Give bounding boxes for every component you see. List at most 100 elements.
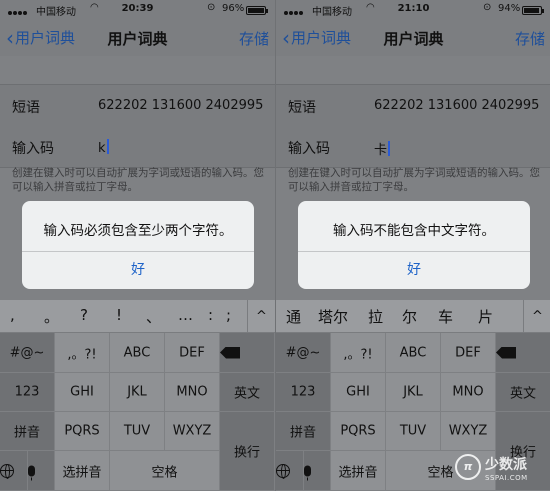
key-pinyin[interactable]: 拼音: [0, 412, 55, 451]
key-label: 选拼音: [338, 465, 378, 480]
key-english[interactable]: 英文: [220, 373, 275, 412]
key-label: DEF: [455, 345, 481, 360]
page-title: 用户词典: [383, 30, 444, 48]
key-globe[interactable]: [0, 451, 28, 491]
key-punctuation[interactable]: ,。?!: [331, 333, 386, 373]
key-pqrs[interactable]: PQRS: [331, 412, 386, 451]
candidate-bar: , 。 ? ! 、 … : ; ^: [0, 300, 275, 333]
phrase-field[interactable]: 622202 131600 2402995: [98, 98, 263, 113]
input-code-row[interactable]: 输入码 k: [0, 126, 275, 168]
phrase-row[interactable]: 短语 622202 131600 2402995: [0, 84, 275, 127]
key-abc[interactable]: ABC: [110, 333, 165, 373]
key-wxyz[interactable]: WXYZ: [165, 412, 220, 451]
keyboard: , 。 ? ! 、 … : ; ^ #@~ ,。?! ABC DEF 123 G…: [0, 300, 275, 491]
key-mno[interactable]: MNO: [441, 373, 496, 412]
save-button[interactable]: 存储: [239, 28, 269, 49]
key-select-pinyin[interactable]: 选拼音: [331, 451, 386, 491]
alert-message: 输入码必须包含至少两个字符。: [43, 223, 233, 239]
chevron-up-icon: ^: [532, 309, 543, 324]
candidate-item[interactable]: 片: [478, 306, 493, 327]
input-code-field[interactable]: 卡: [374, 139, 391, 158]
key-pqrs[interactable]: PQRS: [55, 412, 110, 451]
phrase-label: 短语: [12, 100, 40, 116]
key-symbols[interactable]: #@~: [0, 333, 55, 373]
chevron-up-icon: ^: [256, 309, 267, 324]
save-button[interactable]: 存储: [515, 28, 545, 49]
key-select-pinyin[interactable]: 选拼音: [55, 451, 110, 491]
key-ghi[interactable]: GHI: [55, 373, 110, 412]
key-wxyz[interactable]: WXYZ: [441, 412, 496, 451]
right-phone-screen: 中国移动 ◠ 21:10 ⊙ 94% ‹用户词典 用户词典 存储 短语 6222…: [275, 0, 550, 491]
key-pinyin[interactable]: 拼音: [276, 412, 331, 451]
key-mic[interactable]: [28, 451, 55, 491]
alert-dialog: 输入码不能包含中文字符。 好: [298, 201, 530, 289]
key-jkl[interactable]: JKL: [110, 373, 165, 412]
key-english[interactable]: 英文: [496, 373, 550, 412]
input-code-row[interactable]: 输入码 卡: [276, 126, 550, 168]
candidate-item[interactable]: ?: [80, 306, 88, 324]
candidate-item[interactable]: 塔尔: [318, 306, 348, 327]
key-label: JKL: [403, 384, 423, 400]
status-bar: 中国移动 ◠ 21:10 ⊙ 94%: [276, 0, 550, 26]
watermark-text: 少数派: [485, 457, 527, 473]
key-label: MNO: [176, 384, 208, 400]
candidate-item[interactable]: 车: [438, 306, 453, 327]
key-label: PQRS: [64, 423, 100, 439]
key-jkl[interactable]: JKL: [386, 373, 441, 412]
key-label: 拼音: [289, 425, 316, 441]
navigation-bar: ‹用户词典 用户词典 存储: [276, 20, 550, 56]
key-ghi[interactable]: GHI: [331, 373, 386, 412]
phrase-field[interactable]: 622202 131600 2402995: [374, 98, 539, 113]
alert-ok-button[interactable]: 好: [298, 252, 530, 289]
key-numbers[interactable]: 123: [276, 373, 331, 412]
candidate-item[interactable]: 、: [146, 306, 161, 327]
candidate-item[interactable]: 拉: [368, 306, 383, 327]
key-label: MNO: [452, 384, 484, 400]
input-code-field[interactable]: k: [98, 139, 109, 156]
alert-dialog: 输入码必须包含至少两个字符。 好: [22, 201, 254, 289]
key-punctuation[interactable]: ,。?!: [55, 333, 110, 373]
key-label: ABC: [123, 345, 151, 360]
candidate-item[interactable]: :: [208, 306, 213, 324]
key-mic[interactable]: [304, 451, 331, 491]
candidate-item[interactable]: ;: [226, 306, 231, 324]
status-bar: 中国移动 ◠ 20:39 ⊙ 96%: [0, 0, 275, 26]
text-cursor: [388, 141, 391, 156]
delete-key[interactable]: [220, 333, 275, 373]
alert-ok-button[interactable]: 好: [22, 252, 254, 289]
key-label: GHI: [70, 384, 94, 400]
candidate-item[interactable]: !: [116, 306, 122, 324]
key-label: GHI: [346, 384, 370, 400]
key-mno[interactable]: MNO: [165, 373, 220, 412]
key-label: ,。?!: [343, 347, 373, 362]
expand-candidates-button[interactable]: ^: [523, 300, 550, 333]
candidate-item[interactable]: 尔: [402, 306, 417, 327]
delete-key[interactable]: [496, 333, 550, 373]
key-label: 123: [290, 384, 316, 400]
expand-candidates-button[interactable]: ^: [247, 300, 275, 333]
key-globe[interactable]: [276, 451, 304, 491]
candidate-item[interactable]: 。: [44, 306, 59, 327]
key-label: 拼音: [13, 425, 40, 441]
key-tuv[interactable]: TUV: [110, 412, 165, 451]
input-code-value: 卡: [374, 143, 388, 158]
key-label: #@~: [9, 345, 45, 360]
key-def[interactable]: DEF: [165, 333, 220, 373]
key-return[interactable]: 换行: [220, 412, 275, 491]
key-numbers[interactable]: 123: [0, 373, 55, 412]
key-label: 英文: [233, 386, 260, 402]
key-label: 英文: [509, 386, 536, 402]
candidate-item[interactable]: …: [178, 306, 193, 324]
key-label: TUV: [123, 423, 151, 439]
key-abc[interactable]: ABC: [386, 333, 441, 373]
candidate-item[interactable]: 通: [286, 306, 301, 327]
key-space[interactable]: 空格: [110, 451, 220, 491]
candidate-item[interactable]: ,: [10, 306, 15, 324]
key-tuv[interactable]: TUV: [386, 412, 441, 451]
lock-icon: ⊙: [483, 2, 492, 13]
phrase-row[interactable]: 短语 622202 131600 2402995: [276, 84, 550, 127]
key-def[interactable]: DEF: [441, 333, 496, 373]
watermark-url: SSPAI.COM: [485, 474, 528, 482]
key-label: ABC: [399, 345, 427, 360]
key-symbols[interactable]: #@~: [276, 333, 331, 373]
